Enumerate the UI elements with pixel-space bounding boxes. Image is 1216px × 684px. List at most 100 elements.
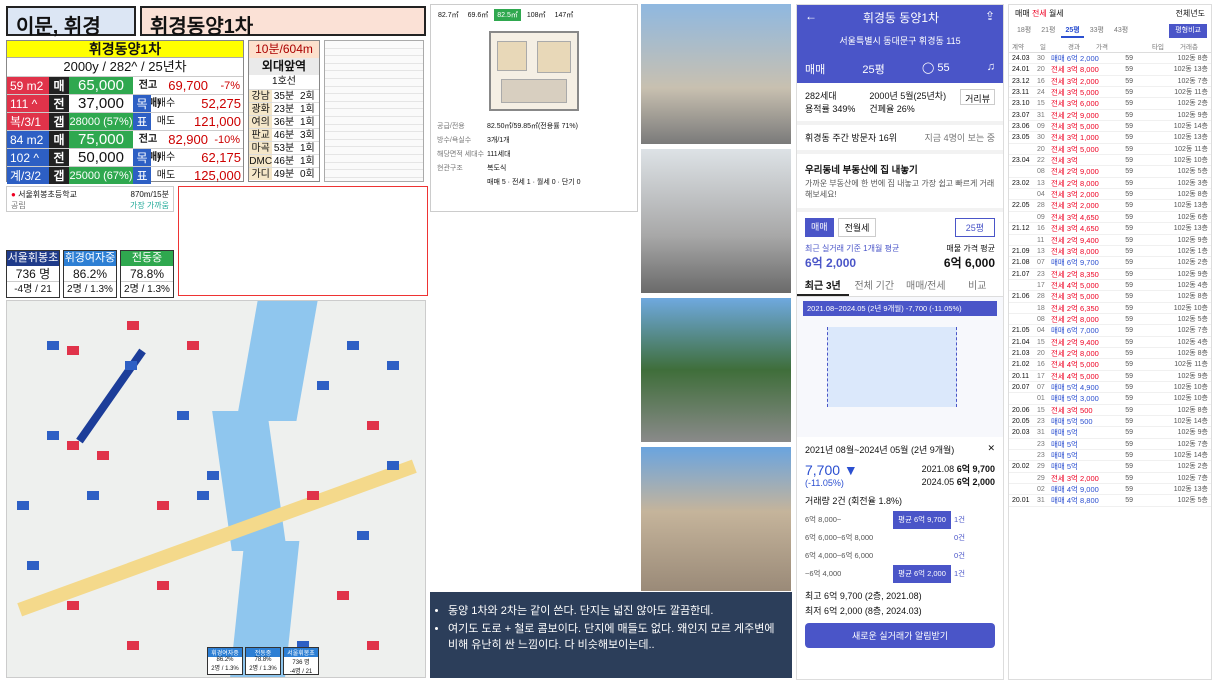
map-pin[interactable] — [127, 641, 139, 650]
stat-delta: 2명 / 1.3% — [124, 284, 170, 295]
tab-trade-sale[interactable]: 매매 — [1015, 9, 1030, 18]
trade-month — [1009, 303, 1037, 313]
alert-button[interactable]: 새로운 실거래가 알림받기 — [805, 623, 995, 648]
trade-price: 매매 5억 500 — [1051, 417, 1093, 426]
trade-area: 59 — [1125, 304, 1133, 312]
trade-floor: 102동 14층 — [1173, 123, 1208, 131]
tab-rent[interactable]: 전월세 — [837, 218, 877, 237]
trade-price: 전세 3억 2,000 — [1051, 190, 1099, 200]
trade-floor: 102동 1층 — [1177, 247, 1208, 255]
trade-floor: 102동 7층 — [1177, 474, 1208, 482]
commute-cell: 여의도 — [249, 116, 273, 141]
map-pin[interactable] — [187, 341, 199, 350]
trade-month: 23.04 — [1012, 157, 1030, 165]
area-tab[interactable]: 69.6㎡ — [465, 9, 492, 21]
map-pin[interactable] — [367, 421, 379, 430]
sell-price: 121,000 — [194, 114, 241, 129]
trade-area: 59 — [1125, 89, 1133, 97]
trade-area: 59 — [1125, 213, 1133, 221]
trade-price: 전세 2억 8,000 — [1051, 178, 1099, 188]
map-pin[interactable] — [317, 381, 329, 390]
compare-button[interactable]: 평형비교 — [1169, 24, 1207, 38]
size-tab[interactable]: 18평 — [1013, 24, 1035, 38]
map-pin[interactable] — [347, 341, 359, 350]
tab-sale[interactable]: 매매 — [805, 218, 834, 237]
type-select[interactable]: 매매 — [805, 61, 825, 77]
size-select[interactable]: 25평 — [862, 61, 884, 77]
visitor-more[interactable]: 지금 4명이 보는 중 — [925, 131, 995, 144]
sale-price: 65,000 — [69, 77, 133, 94]
size-tab[interactable]: 25평 — [1061, 24, 1084, 38]
size-tab[interactable]: 33평 — [1086, 24, 1108, 38]
trade-area: 59 — [1125, 452, 1133, 460]
bell-icon[interactable]: ♫ — [987, 61, 995, 77]
period-tab[interactable]: 전체 기간 — [849, 277, 901, 296]
trade-floor: 102동 9층 — [1177, 111, 1208, 119]
recent-label: 최근 실거래 기준 1개월 평균 — [805, 244, 900, 253]
area-tab[interactable]: 82.7㎡ — [435, 9, 462, 21]
size-tab[interactable]: 43평 — [1110, 24, 1132, 38]
sale-label: 매 — [49, 77, 69, 94]
map-pin[interactable] — [67, 601, 79, 610]
map-pin[interactable] — [47, 431, 59, 440]
map-pin[interactable] — [177, 411, 189, 420]
period-tab[interactable]: 비교 — [952, 277, 1004, 296]
comments[interactable]: ◯ 55 — [922, 61, 950, 77]
map-pin[interactable] — [307, 491, 319, 500]
tab-trade-monthly[interactable]: 월세 — [1049, 9, 1064, 18]
trade-row: 21.09 13 전세 3억 8,000 59 102동 1층 — [1009, 246, 1211, 258]
tab-trade-jeonse[interactable]: 전세 — [1032, 9, 1047, 18]
trade-row: 20.02 29 매매 5억 59 102동 2층 — [1009, 461, 1211, 473]
trade-month — [1009, 144, 1037, 154]
close-icon[interactable]: ✕ — [987, 443, 995, 456]
distance-button[interactable]: 거리뷰 — [960, 89, 995, 105]
map-pin[interactable] — [387, 361, 399, 370]
trade-day: 16 — [1037, 77, 1045, 85]
map-pin[interactable] — [357, 531, 369, 540]
trade-price: 전세 2억 9,400 — [1051, 337, 1099, 347]
stat-name: 휘경여자중 — [64, 251, 116, 266]
map-pin[interactable] — [87, 491, 99, 500]
unit-row: 복/3/1 갭 28000 (57%) 표 매도 121,000 — [7, 112, 243, 130]
area-tab[interactable]: 147㎡ — [552, 9, 577, 21]
mini-line — [325, 87, 423, 95]
back-arrow-icon[interactable]: ← — [805, 9, 817, 26]
year-filter[interactable]: 전체년도 — [1176, 8, 1205, 19]
share-icon[interactable]: ⇪ — [985, 9, 995, 26]
map-pin[interactable] — [47, 341, 59, 350]
area-tab[interactable]: 82.5㎡ — [494, 9, 521, 21]
app-title: 휘경동 동양1차 — [862, 11, 940, 25]
trade-price: 전세 2억 8,000 — [1051, 348, 1099, 358]
map-pin[interactable] — [67, 346, 79, 355]
map-pin[interactable] — [337, 591, 349, 600]
trade-price: 전세 3억 2,000 — [1051, 201, 1099, 211]
map-pin[interactable] — [387, 461, 399, 470]
far: 용적률 349% — [805, 104, 856, 114]
size-tab[interactable]: 21평 — [1037, 24, 1059, 38]
map-pin[interactable] — [367, 641, 379, 650]
map-pin[interactable] — [67, 441, 79, 450]
band-count: 0건 — [954, 551, 966, 560]
map-pin[interactable] — [125, 361, 137, 370]
trade-floor: 102동 2층 — [1177, 463, 1208, 471]
detail-panel: 2021년 08월~2024년 05월 (2년 9개월) ✕ 7,700 ▼ (-1… — [797, 437, 1003, 654]
map-pin[interactable] — [157, 581, 169, 590]
map-pin[interactable] — [127, 321, 139, 330]
map-pin[interactable] — [27, 561, 39, 570]
area-tab[interactable]: 108㎡ — [524, 9, 549, 21]
map[interactable]: 휘경여자중 86.2% 2명 / 1.3% 전동중 78.8% 2명 / 1.3% 서울휘봉… — [6, 300, 426, 678]
info-value: 111세대 — [487, 151, 511, 158]
map-pin[interactable] — [207, 471, 219, 480]
promo-card[interactable]: 우리동네 부동산에 집 내놓기 가까운 부동산에 한 번에 집 내놓고 가장 쉽… — [797, 154, 1003, 212]
period-tab[interactable]: 최근 3년 — [797, 277, 849, 296]
map-pin[interactable] — [157, 501, 169, 510]
period-tab[interactable]: 매매/전세 — [900, 277, 952, 296]
map-pin[interactable] — [97, 451, 109, 460]
school-name: ● 서울휘봉초등학교 — [11, 190, 77, 199]
rent-label: 전 — [49, 95, 69, 112]
trade-day: 07 — [1037, 383, 1045, 391]
map-pin[interactable] — [197, 491, 209, 500]
map-pin[interactable] — [17, 501, 29, 510]
size-dropdown[interactable]: 25평 — [954, 218, 995, 237]
mini-line — [325, 132, 423, 140]
